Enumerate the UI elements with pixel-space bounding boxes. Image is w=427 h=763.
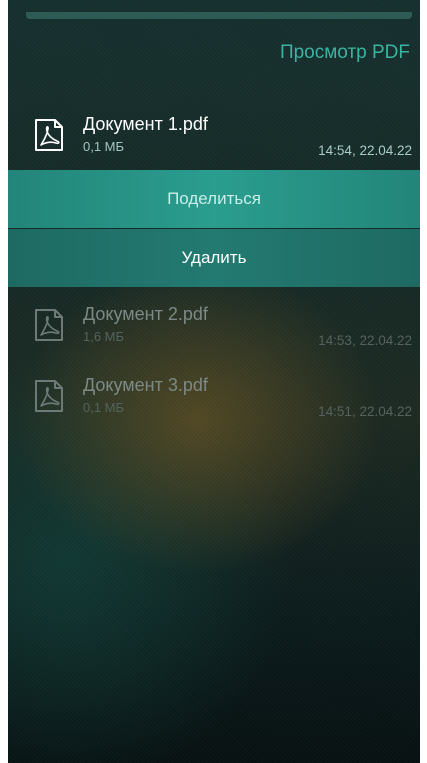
list-item-document-2[interactable]: Документ 2.pdf 1,6 МБ 14:53, 22.04.22 bbox=[8, 302, 420, 356]
delete-menu-item[interactable]: Удалить bbox=[8, 229, 420, 287]
pdf-file-icon bbox=[35, 119, 63, 151]
list-item-document-3[interactable]: Документ 3.pdf 0,1 МБ 14:51, 22.04.22 bbox=[8, 373, 420, 427]
pulley-menu-indicator[interactable] bbox=[26, 12, 412, 19]
pdf-file-icon bbox=[35, 309, 63, 341]
list-item-document-1[interactable]: Документ 1.pdf 0,1 МБ 14:54, 22.04.22 bbox=[8, 112, 420, 166]
file-size: 1,6 МБ bbox=[83, 329, 125, 344]
app-screen: Просмотр PDF Документ 1.pdf 0,1 МБ 14:54… bbox=[8, 0, 420, 763]
file-timestamp: 14:54, 22.04.22 bbox=[318, 143, 412, 158]
file-timestamp: 14:53, 22.04.22 bbox=[318, 333, 412, 348]
file-size: 0,1 МБ bbox=[83, 400, 125, 415]
file-size: 0,1 МБ bbox=[83, 139, 125, 154]
page-title: Просмотр PDF bbox=[279, 42, 410, 63]
file-name: Документ 2.pdf bbox=[83, 304, 208, 324]
file-name: Документ 1.pdf bbox=[83, 114, 208, 134]
pdf-file-icon bbox=[35, 380, 63, 412]
file-name: Документ 3.pdf bbox=[83, 375, 208, 395]
share-menu-item[interactable]: Поделиться bbox=[8, 170, 420, 228]
file-timestamp: 14:51, 22.04.22 bbox=[318, 404, 412, 419]
